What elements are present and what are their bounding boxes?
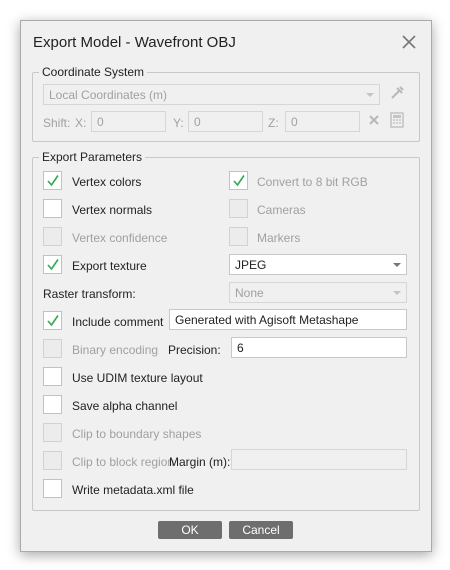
chevron-down-icon [366, 93, 374, 97]
clip-boundary-checkbox[interactable] [43, 423, 62, 442]
cancel-button[interactable]: Cancel [229, 521, 293, 539]
checkmark-icon [47, 175, 59, 187]
shift-x-input[interactable]: 0 [91, 111, 166, 132]
vertex-confidence-label: Vertex confidence [72, 231, 168, 245]
binary-encoding-checkbox[interactable] [43, 339, 62, 358]
raster-transform-value: None [235, 286, 264, 300]
convert-8bit-checkbox[interactable] [229, 171, 248, 190]
chevron-down-icon [393, 263, 401, 267]
close-icon[interactable] [400, 33, 418, 51]
vertex-colors-checkbox[interactable] [43, 171, 62, 190]
vertex-normals-checkbox[interactable] [43, 199, 62, 218]
checkmark-icon [233, 175, 245, 187]
shift-label: Shift: [43, 116, 71, 130]
convert-8bit-label: Convert to 8 bit RGB [257, 175, 368, 189]
x-label: X: [75, 116, 87, 130]
shift-z-input[interactable]: 0 [285, 111, 360, 132]
binary-encoding-label: Binary encoding [72, 343, 159, 357]
udim-label: Use UDIM texture layout [72, 371, 203, 385]
vertex-colors-label: Vertex colors [72, 175, 142, 189]
dialog-title: Export Model - Wavefront OBJ [33, 34, 236, 51]
export-texture-checkbox[interactable] [43, 255, 62, 274]
markers-checkbox[interactable] [229, 227, 248, 246]
save-alpha-label: Save alpha channel [72, 399, 178, 413]
write-metadata-label: Write metadata.xml file [72, 483, 194, 497]
margin-label: Margin (m): [169, 455, 231, 469]
vertex-confidence-checkbox[interactable] [43, 227, 62, 246]
export-parameters-label: Export Parameters [39, 150, 146, 164]
y-label: Y: [173, 116, 184, 130]
markers-label: Markers [257, 231, 301, 245]
save-alpha-checkbox[interactable] [43, 395, 62, 414]
z-label: Z: [268, 116, 279, 130]
chevron-down-icon [393, 291, 401, 295]
vertex-normals-label: Vertex normals [72, 203, 153, 217]
margin-input[interactable] [231, 449, 407, 470]
crs-settings-icon[interactable] [388, 84, 406, 105]
udim-checkbox[interactable] [43, 367, 62, 386]
include-comment-label: Include comment [72, 315, 164, 329]
shift-y-input[interactable]: 0 [188, 111, 263, 132]
include-comment-checkbox[interactable] [43, 311, 62, 330]
crs-select[interactable]: Local Coordinates (m) [43, 84, 380, 105]
cameras-label: Cameras [257, 203, 306, 217]
calculator-icon[interactable] [390, 112, 404, 131]
checkmark-icon [47, 259, 59, 271]
crs-value: Local Coordinates (m) [49, 88, 168, 102]
export-dialog: Export Model - Wavefront OBJ Coordinate … [20, 20, 432, 552]
export-texture-label: Export texture [72, 259, 147, 273]
ok-button[interactable]: OK [158, 521, 222, 539]
checkmark-icon [47, 315, 59, 327]
coordinate-system-label: Coordinate System [39, 65, 148, 79]
comment-input[interactable]: Generated with Agisoft Metashape [169, 309, 407, 330]
clip-block-checkbox[interactable] [43, 451, 62, 470]
write-metadata-checkbox[interactable] [43, 479, 62, 498]
cameras-checkbox[interactable] [229, 199, 248, 218]
precision-label: Precision: [168, 343, 221, 357]
raster-transform-select[interactable]: None [229, 282, 407, 303]
texture-format-select[interactable]: JPEG [229, 254, 407, 275]
clip-block-label: Clip to block region [72, 455, 175, 469]
clear-icon[interactable] [367, 113, 381, 130]
clip-boundary-label: Clip to boundary shapes [72, 427, 202, 441]
precision-input[interactable]: 6 [231, 337, 407, 358]
texture-format-value: JPEG [235, 258, 267, 272]
raster-transform-label: Raster transform: [43, 287, 136, 301]
